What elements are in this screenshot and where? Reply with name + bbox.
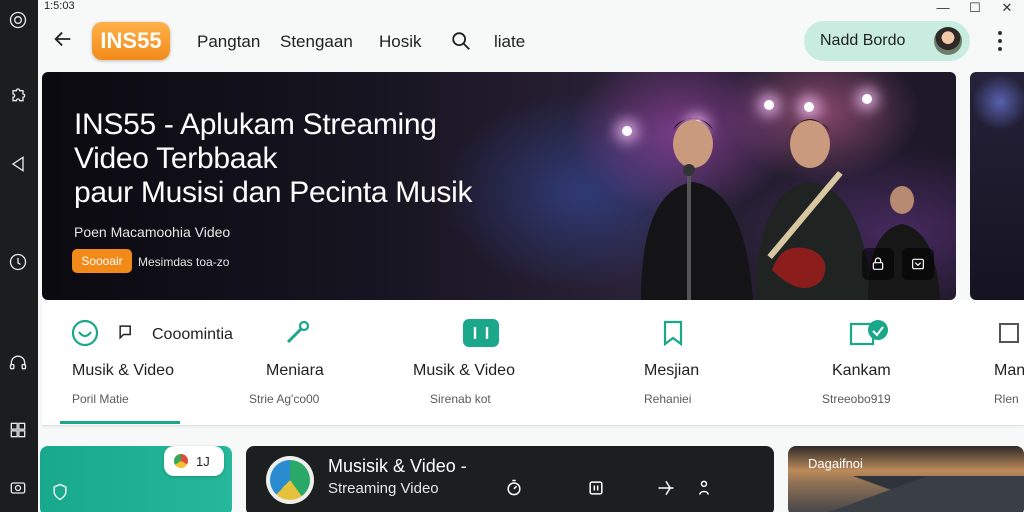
dot-icon: [998, 31, 1002, 35]
clock: 1:5:03: [44, 0, 75, 12]
close-button[interactable]: ✕: [1000, 0, 1014, 16]
now-playing-title: Musisik & Video -: [328, 456, 467, 476]
minimize-button[interactable]: —: [936, 0, 950, 16]
hero-title: INS55 - Aplukam Streaming Video Terbbaak…: [74, 108, 594, 210]
logo-button[interactable]: INS55: [92, 22, 170, 60]
category-label: Man: [994, 362, 1024, 379]
avatar: [934, 27, 962, 55]
hero-next-slide[interactable]: [970, 72, 1024, 300]
landscape-label: Dagaifnoi: [808, 456, 863, 471]
category-item-5[interactable]: Kankam Streeobo919: [818, 314, 918, 420]
category-item-3[interactable]: Musik & Video Sirenab kot: [410, 314, 520, 420]
user-name: Nadd Bordo: [820, 32, 906, 49]
category-sub: Rlen: [994, 392, 1019, 406]
search-icon: [452, 32, 470, 50]
category-item-1[interactable]: Musik & Video Poril Matie: [62, 314, 192, 420]
bookmark-icon: [658, 318, 688, 348]
hero-title-line: Video Terbbaak: [74, 142, 278, 175]
category-label: Meniara: [266, 362, 324, 379]
category-item-4[interactable]: Mesjian Rehaniei: [638, 314, 708, 420]
people-icon: [699, 480, 709, 495]
headphones-icon: [70, 318, 100, 348]
background-player-figure: [868, 186, 940, 300]
active-tab-indicator: [60, 421, 180, 424]
browser-chip[interactable]: 1J: [164, 446, 224, 476]
hero-banner[interactable]: INS55 - Aplukam Streaming Video Terbbaak…: [42, 72, 956, 300]
camera-icon[interactable]: [6, 476, 30, 500]
dot-icon: [998, 47, 1002, 51]
category-sub: Sirenab kot: [430, 392, 491, 406]
category-label: Musik & Video: [413, 362, 515, 379]
gear-icon[interactable]: [6, 8, 30, 32]
chip-count: 1J: [196, 453, 210, 469]
category-strip: Cooomintia Musik & Video Poril Matie Men…: [42, 300, 1024, 426]
edit-icon: [996, 318, 1024, 348]
category-item-6[interactable]: Man Rlen: [992, 314, 1024, 420]
chart-badge-icon: [848, 318, 890, 348]
shield-icon: [50, 482, 72, 504]
landscape-card[interactable]: Dagaifnoi: [788, 446, 1024, 512]
hero-cta-aside: Mesimdas toa-zo: [138, 255, 230, 269]
pause-icon: [589, 481, 603, 495]
category-sub: Strie Ag'co00: [249, 392, 320, 406]
wand-icon: [282, 318, 312, 348]
play-left-icon[interactable]: [6, 152, 30, 176]
category-sub: Rehaniei: [644, 392, 692, 406]
maximize-button[interactable]: ☐: [968, 0, 982, 16]
left-rail: [0, 0, 38, 512]
headset-icon[interactable]: [6, 350, 30, 374]
hero-subtitle: Poen Macamoohia Video: [74, 224, 231, 240]
now-playing-subtitle: Streaming Video: [328, 480, 439, 497]
hero-lock-button[interactable]: [862, 248, 894, 280]
timer-button[interactable]: [504, 478, 526, 500]
category-label: Kankam: [832, 362, 891, 379]
arrow-left-icon: [54, 31, 71, 47]
search-button[interactable]: [450, 30, 472, 52]
category-sub: Poril Matie: [72, 392, 129, 406]
nav-item-1[interactable]: Pangtan: [197, 32, 260, 52]
send-button[interactable]: [656, 478, 678, 500]
browser-logo-icon: [174, 454, 188, 468]
clock-icon[interactable]: [6, 250, 30, 274]
mountain-image: [788, 476, 1024, 512]
puzzle-icon[interactable]: [6, 82, 30, 106]
hero-cta-button[interactable]: Soooair: [72, 249, 132, 273]
more-options-button[interactable]: [990, 28, 1010, 54]
album-art: [266, 456, 314, 504]
category-item-2[interactable]: Meniara Strie Ag'co00: [246, 314, 336, 420]
guitarist-figure: [756, 119, 872, 300]
green-card[interactable]: 1J: [40, 446, 232, 512]
app-window: 1:5:03 — ☐ ✕ INS55 Pangtan Stengaan Hosi…: [0, 0, 1024, 512]
category-label: Mesjian: [644, 362, 700, 379]
dot-icon: [998, 39, 1002, 43]
share-icon: [912, 258, 924, 270]
nav-item-4[interactable]: liate: [494, 32, 525, 52]
hero-title-line: INS55 - Aplukam Streaming: [74, 108, 437, 141]
nav-item-3[interactable]: Hosik: [379, 32, 422, 52]
back-button[interactable]: [52, 28, 74, 50]
timer-icon: [507, 479, 521, 496]
category-sub: Streeobo919: [822, 392, 891, 406]
header: INS55 Pangtan Stengaan Hosik liate Nadd …: [38, 16, 1024, 68]
user-profile-button[interactable]: Nadd Bordo: [804, 21, 970, 61]
category-label: Musik & Video: [72, 362, 174, 379]
nav-item-2[interactable]: Stengaan: [280, 32, 353, 52]
plane-icon: [658, 480, 674, 496]
window-controls: — ☐ ✕: [936, 0, 1014, 16]
lock-icon: [872, 257, 884, 270]
share-button[interactable]: [694, 478, 716, 500]
grid-icon[interactable]: [6, 418, 30, 442]
hero-title-line: paur Musisi dan Pecinta Musik: [74, 176, 473, 209]
video-badge-icon: [462, 318, 500, 348]
now-playing-card[interactable]: Musisik & Video - Streaming Video: [246, 446, 774, 512]
pause-button[interactable]: [586, 478, 608, 500]
hero-share-button[interactable]: [902, 248, 934, 280]
